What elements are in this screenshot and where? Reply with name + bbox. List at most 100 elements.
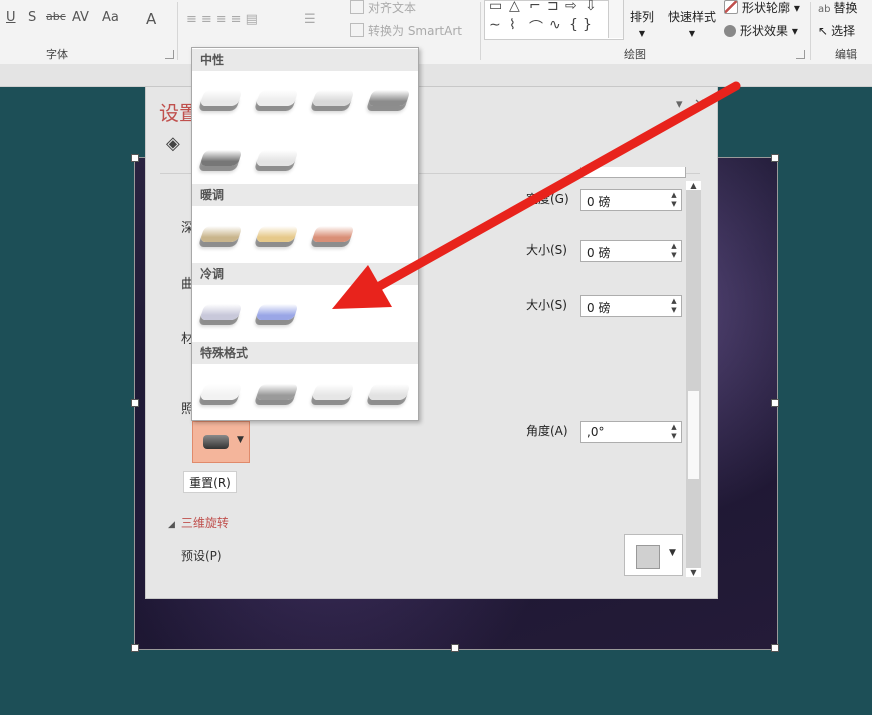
- curve-shape-icon[interactable]: ∼: [489, 17, 501, 33]
- resize-handle[interactable]: [131, 154, 139, 162]
- reset-button[interactable]: 重置(R): [183, 471, 237, 493]
- depth-size-spinner[interactable]: 0 磅 ▲ ▼: [580, 240, 682, 262]
- spin-arrows-icon[interactable]: ▲ ▼: [669, 297, 679, 315]
- swatch-face: [199, 304, 243, 320]
- align-text-button[interactable]: 对齐文本: [350, 0, 416, 16]
- replace-label: 替换: [833, 1, 858, 15]
- rectangle-shape-icon[interactable]: ▭: [489, 0, 502, 14]
- resize-handle[interactable]: [451, 644, 459, 652]
- category-neutral: 中性: [192, 49, 418, 71]
- wave-shape-icon[interactable]: ∿: [549, 17, 561, 33]
- elbow-shape-icon[interactable]: ⊐: [547, 0, 559, 14]
- resize-handle[interactable]: [771, 644, 779, 652]
- depth-width-label: 宽度(G): [526, 192, 569, 206]
- strikethrough-button[interactable]: abc: [46, 10, 66, 23]
- rotation-preset-dropdown[interactable]: ▼: [624, 534, 683, 576]
- quick-styles-button[interactable]: 快速样式 ▼: [668, 8, 716, 39]
- resize-handle[interactable]: [771, 399, 779, 407]
- swatch-neutral[interactable]: [311, 84, 356, 116]
- font-color-button[interactable]: A: [146, 10, 156, 28]
- shape-effects-button[interactable]: 形状效果 ▾: [724, 22, 798, 39]
- close-icon[interactable]: ✕: [694, 97, 705, 112]
- resize-handle[interactable]: [131, 644, 139, 652]
- swatch-special[interactable]: [311, 378, 356, 410]
- convert-smartart-button[interactable]: 转换为 SmartArt: [350, 22, 462, 39]
- swatch-face: [311, 226, 355, 242]
- replace-icon: ab: [818, 4, 831, 15]
- arrange-button[interactable]: 排列 ▼: [630, 8, 654, 39]
- swatch-neutral[interactable]: [199, 144, 244, 176]
- pane-scrollbar[interactable]: ▲ ▼: [686, 181, 701, 577]
- resize-handle[interactable]: [131, 399, 139, 407]
- align-buttons-icon[interactable]: ≡≡≡≡▤: [186, 12, 262, 27]
- freeform-shape-icon[interactable]: ⌇: [509, 17, 516, 33]
- shape-outline-button[interactable]: 形状轮廓 ▾: [724, 0, 800, 16]
- font-dialog-launcher[interactable]: [165, 50, 174, 59]
- angle-spinner[interactable]: ,0° ▲ ▼: [580, 421, 682, 443]
- swatch-warm[interactable]: [255, 220, 300, 252]
- swatch-neutral[interactable]: [367, 84, 412, 116]
- scroll-down-icon[interactable]: ▼: [686, 568, 701, 577]
- smartart-label: 转换为 SmartArt: [368, 24, 462, 38]
- depth-size-label: 大小(S): [526, 243, 567, 257]
- triangle-shape-icon[interactable]: △: [509, 0, 520, 14]
- spin-arrows-icon[interactable]: ▲ ▼: [669, 191, 679, 209]
- swatch-special[interactable]: [255, 378, 300, 410]
- ribbon: U S abc AV Aa A 字体 ≡≡≡≡▤ ☰ 对齐文本 转换为 Smar…: [0, 0, 872, 65]
- swatch-special[interactable]: [367, 378, 412, 410]
- swatch-special[interactable]: [199, 378, 244, 410]
- select-button[interactable]: ↖ 选择: [818, 22, 855, 39]
- rotation-section-header[interactable]: ◢ 三维旋转: [168, 514, 229, 531]
- ribbon-separator: [810, 2, 811, 60]
- spin-arrows-icon[interactable]: ▲ ▼: [669, 242, 679, 260]
- swatch-neutral[interactable]: [199, 84, 244, 116]
- replace-button[interactable]: ab 替换: [818, 0, 858, 16]
- collapse-triangle-icon: ◢: [168, 520, 175, 530]
- width-field-partial[interactable]: [580, 167, 686, 178]
- spin-arrows-icon[interactable]: ▲ ▼: [669, 423, 679, 441]
- swatch-face: [199, 226, 243, 242]
- brace-close-shape-icon[interactable]: }: [583, 17, 592, 33]
- swatch-face: [199, 384, 243, 400]
- shapes-gallery-scroll[interactable]: [608, 0, 623, 38]
- scroll-up-icon[interactable]: ▲: [686, 181, 701, 190]
- smartart-icon: [350, 23, 364, 37]
- fill-bucket-icon[interactable]: ◈: [166, 133, 180, 154]
- rotation-section-label: 三维旋转: [180, 516, 229, 530]
- contour-size-spinner[interactable]: 0 磅 ▲ ▼: [580, 295, 682, 317]
- preset-label: 预设(P): [181, 549, 222, 563]
- arrow-down-shape-icon[interactable]: ⇩: [585, 0, 597, 14]
- angle-label: 角度(A): [526, 424, 568, 438]
- swatch-face: [255, 384, 299, 400]
- swatch-warm[interactable]: [199, 220, 244, 252]
- lighting-dropdown-button[interactable]: ▼: [192, 421, 250, 463]
- character-spacing-button[interactable]: AV: [72, 10, 89, 25]
- underline-button[interactable]: U: [6, 10, 16, 25]
- chevron-down-icon: ▼: [669, 548, 676, 558]
- connector-shape-icon[interactable]: ⌐: [529, 0, 541, 14]
- swatch-neutral[interactable]: [255, 144, 300, 176]
- shapes-gallery[interactable]: ▭ △ ⌐ ⊐ ⇨ ⇩ ∼ ⌇ ⌒ ∿ { }: [484, 0, 624, 40]
- swatch-warm[interactable]: [311, 220, 356, 252]
- arc-shape-icon[interactable]: ⌒: [529, 17, 543, 37]
- category-cool: 冷调: [192, 263, 418, 285]
- chevron-down-icon: ▼: [688, 29, 696, 38]
- quick-styles-label: 快速样式: [668, 10, 717, 24]
- resize-handle[interactable]: [771, 154, 779, 162]
- pen-outline-icon: [724, 0, 738, 14]
- swatch-cool[interactable]: [199, 298, 244, 330]
- swatch-cool[interactable]: [255, 298, 300, 330]
- lighting-preview-icon: [203, 435, 229, 449]
- ribbon-separator: [177, 2, 178, 60]
- arrow-right-shape-icon[interactable]: ⇨: [565, 0, 577, 14]
- swatch-neutral[interactable]: [255, 84, 300, 116]
- depth-width-spinner[interactable]: 0 磅 ▲ ▼: [580, 189, 682, 211]
- change-case-button[interactable]: Aa: [102, 10, 119, 25]
- shadow-button[interactable]: S: [28, 10, 36, 25]
- swatch-face: [255, 90, 299, 106]
- drawing-dialog-launcher[interactable]: [796, 50, 805, 59]
- columns-icon[interactable]: ☰: [304, 12, 316, 27]
- brace-shape-icon[interactable]: {: [569, 17, 578, 33]
- pane-options-icon[interactable]: ▾: [676, 97, 683, 112]
- scroll-thumb[interactable]: [688, 391, 699, 479]
